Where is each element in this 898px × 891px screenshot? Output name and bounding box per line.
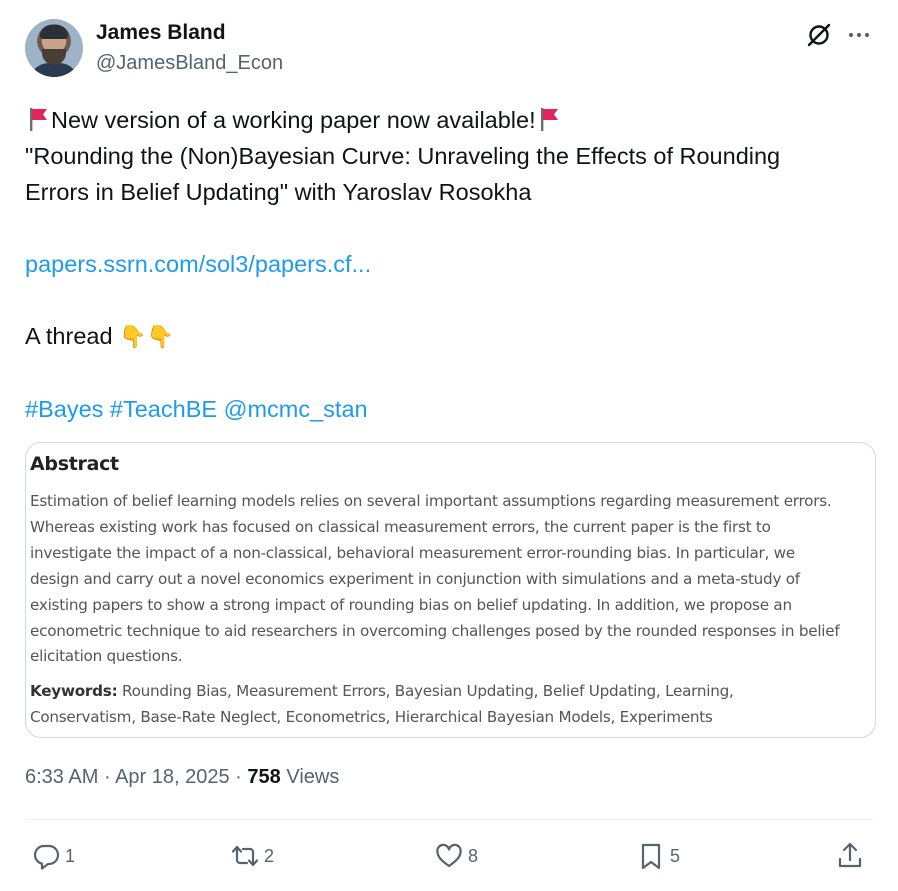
author-handle[interactable]: @JamesBland_Econ	[96, 52, 283, 75]
like-icon	[436, 843, 462, 868]
bookmark-count: 5	[670, 845, 681, 866]
share-button[interactable]	[835, 839, 869, 873]
share-icon	[838, 842, 862, 868]
post-body: New version of a working paper now avail…	[25, 102, 875, 427]
abstract-keywords: Keywords: Rounding Bias, Measurement Err…	[30, 679, 872, 731]
divider	[25, 819, 874, 820]
post-blank-line	[25, 282, 875, 318]
views-label: Views	[286, 766, 340, 788]
post-time[interactable]: 6:33 AM	[25, 766, 98, 788]
post-text-line2: "Rounding the (Non)Bayesian Curve: Unrav…	[25, 143, 781, 169]
author-name[interactable]: James Bland	[96, 21, 226, 45]
repost-icon	[231, 845, 259, 867]
like-count: 8	[468, 845, 479, 866]
repost-count: 2	[264, 845, 275, 866]
keywords-line1: Rounding Bias, Measurement Errors, Bayes…	[121, 682, 734, 700]
post-text-line3: Errors in Belief Updating" with Yaroslav…	[25, 179, 532, 205]
reply-icon	[33, 844, 60, 870]
post-blank-line	[25, 355, 875, 391]
post-date[interactable]: Apr 18, 2025	[115, 766, 230, 788]
post-line-announcement: New version of a working paper now avail…	[25, 102, 875, 138]
hashtag-bayes[interactable]: #Bayes	[25, 396, 103, 422]
repost-button[interactable]: 2	[230, 839, 274, 873]
abstract-line: Estimation of belief learning models rel…	[30, 492, 832, 510]
hashtag-teachbe[interactable]: #TeachBE	[110, 396, 217, 422]
abstract-line: elicitation questions.	[30, 647, 183, 666]
post-blank-line	[25, 210, 875, 246]
bookmark-icon	[641, 843, 661, 870]
like-button[interactable]: 8	[434, 839, 478, 873]
red-flag-icon	[540, 108, 558, 131]
pointing-down-icon: 👇	[146, 324, 174, 349]
meta-separator: ·	[235, 766, 242, 788]
attached-image-abstract[interactable]: Abstract Estimation of belief learning m…	[25, 442, 876, 738]
abstract-line: investigate the impact of a non-classica…	[30, 543, 795, 562]
keywords-line2: Conservatism, Base-Rate Neglect, Econome…	[30, 707, 713, 726]
reply-button[interactable]: 1	[31, 839, 75, 873]
avatar-hat-shape	[40, 25, 68, 39]
pointing-down-icon: 👇	[119, 324, 147, 349]
meta-separator: ·	[103, 766, 111, 788]
thread-text: A thread	[25, 323, 113, 349]
abstract-line: existing papers to show a strong impact …	[30, 595, 792, 614]
grok-icon[interactable]	[806, 22, 832, 48]
post-text-line1: New version of a working paper now avail…	[51, 107, 536, 133]
reply-count: 1	[65, 845, 76, 866]
post-meta: 6:33 AM · Apr 18, 2025 · 758 Views	[25, 766, 339, 789]
abstract-line: design and carry out a novel economics e…	[30, 569, 800, 588]
avatar[interactable]	[25, 19, 83, 77]
red-flag-icon	[30, 108, 47, 131]
abstract-body: Estimation of belief learning models rel…	[30, 489, 872, 670]
paper-link[interactable]: papers.ssrn.com/sol3/papers.cf...	[25, 251, 371, 277]
views-count: 758	[247, 766, 281, 788]
abstract-line: Whereas existing work has focused on cla…	[30, 517, 771, 536]
more-icon[interactable]	[846, 26, 872, 44]
abstract-line: econometric technique to aid researchers…	[30, 621, 840, 640]
mention-mcmc-stan[interactable]: @mcmc_stan	[224, 396, 368, 422]
abstract-title: Abstract	[30, 453, 119, 475]
bookmark-button[interactable]: 5	[636, 839, 680, 873]
avatar-body-shape	[29, 63, 79, 77]
keywords-label: Keywords:	[30, 682, 118, 700]
